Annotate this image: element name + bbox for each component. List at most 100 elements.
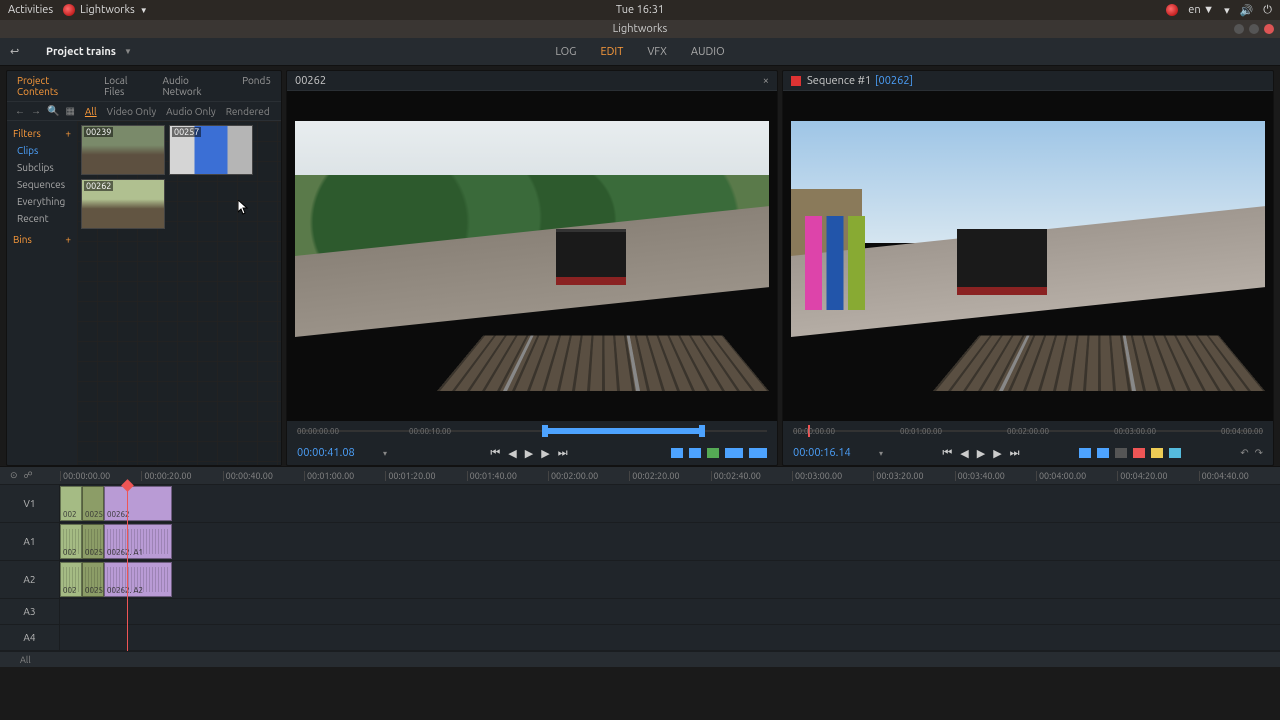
delete-button[interactable] — [1133, 448, 1145, 458]
tab-local-files[interactable]: Local Files — [104, 75, 148, 97]
link-icon[interactable]: ☍ — [24, 470, 33, 481]
volume-icon[interactable]: 🔊 — [1240, 4, 1254, 17]
filters-add-icon[interactable]: + — [65, 125, 71, 142]
nav-back-icon[interactable]: ← — [15, 105, 25, 117]
power-icon[interactable]: ⏻ — [1263, 4, 1272, 17]
track-label[interactable]: A4 — [0, 625, 60, 650]
app-indicator[interactable]: Lightworks ▼ — [63, 4, 148, 16]
goto-start-button[interactable]: ⏮ — [490, 447, 500, 460]
clip-thumb-label: 00262 — [84, 181, 113, 191]
ruler-mark: 00:01:00.00 — [304, 471, 385, 481]
step-fwd-button[interactable]: ▶ — [541, 447, 549, 460]
timeline-clip[interactable]: 00262 — [104, 486, 172, 521]
close-icon[interactable]: × — [763, 75, 769, 87]
record-viewport[interactable] — [783, 91, 1273, 421]
source-scrub-bar[interactable]: 00:00:00.00 00:00:10.00 — [287, 421, 777, 441]
mode-audio[interactable]: AUDIO — [691, 46, 725, 58]
track-a4: A4 — [0, 625, 1280, 651]
undo-button[interactable]: ↶ — [1240, 447, 1248, 459]
play-button[interactable]: ▶ — [525, 447, 533, 460]
search-icon[interactable]: 🔍 — [47, 105, 59, 117]
step-back-button[interactable]: ◀ — [508, 447, 516, 460]
sidebar-item-everything[interactable]: Everything — [13, 193, 71, 210]
replace-button[interactable] — [1151, 448, 1163, 458]
activities-button[interactable]: Activities — [8, 4, 53, 16]
play-button[interactable]: ▶ — [977, 447, 985, 460]
tab-project-contents[interactable]: Project Contents — [17, 75, 90, 97]
playhead[interactable] — [127, 485, 128, 651]
project-menu-caret[interactable]: ▼ — [124, 47, 132, 56]
maximize-button[interactable] — [1249, 24, 1259, 34]
mic-button[interactable] — [1169, 448, 1181, 458]
mark-out-button[interactable] — [689, 448, 701, 458]
mark-in-button[interactable] — [671, 448, 683, 458]
lightworks-app-icon — [63, 4, 75, 16]
timeline-clip[interactable]: 002 — [60, 562, 82, 597]
bins-add-icon[interactable]: + — [65, 231, 71, 248]
timeline-clip[interactable]: 0025 — [82, 562, 104, 597]
tab-audio-network[interactable]: Audio Network — [163, 75, 229, 97]
filter-audio-only[interactable]: Audio Only — [166, 106, 216, 117]
sidebar-item-recent[interactable]: Recent — [13, 210, 71, 227]
timeline-clip[interactable]: 00262. A2 — [104, 562, 172, 597]
clip-thumb[interactable]: 00262 — [81, 179, 165, 229]
all-tracks-label[interactable]: All — [20, 655, 31, 665]
timeline-clip[interactable]: 002 — [60, 486, 82, 521]
tc-menu-caret[interactable]: ▾ — [383, 449, 387, 458]
source-transport: 00:00:41.08 ▾ ⏮ ◀ ▶ ▶ ⏭ — [287, 441, 777, 465]
track-label[interactable]: A1 — [0, 523, 60, 560]
step-back-button[interactable]: ◀ — [960, 447, 968, 460]
timeline-clip[interactable]: 0025 — [82, 486, 104, 521]
goto-end-button[interactable]: ⏭ — [1010, 447, 1020, 460]
filter-rendered[interactable]: Rendered — [226, 106, 270, 117]
sidebar-item-clips[interactable]: Clips — [13, 142, 71, 159]
minimize-button[interactable] — [1234, 24, 1244, 34]
track-label[interactable]: V1 — [0, 485, 60, 522]
tile-view-icon[interactable]: ▦ — [65, 105, 74, 117]
timeline-body[interactable]: V1 002 0025 00262 A1 002 0025 00262. A1 … — [0, 485, 1280, 651]
timeline-clip[interactable]: 002 — [60, 524, 82, 559]
mark-in-button[interactable] — [1079, 448, 1091, 458]
timeline-ruler[interactable]: 00:00:00.00 00:00:20.00 00:00:40.00 00:0… — [60, 471, 1280, 481]
back-icon[interactable]: ↩ — [10, 45, 28, 58]
record-scrub-bar[interactable]: 00:00:00.00 00:01:00.00 00:02:00.00 00:0… — [783, 421, 1273, 441]
goto-end-button[interactable]: ⏭ — [558, 447, 568, 460]
snap-icon[interactable]: ⊙ — [10, 470, 18, 481]
mode-vfx[interactable]: VFX — [647, 46, 667, 58]
network-icon[interactable]: ▾ — [1224, 4, 1230, 17]
scrub-tc: 00:03:00.00 — [1114, 427, 1221, 436]
tab-pond5[interactable]: Pond5 — [242, 75, 271, 97]
clear-marks-button[interactable] — [707, 448, 719, 458]
scrub-tc: 00:04:00.00 — [1221, 427, 1263, 436]
track-label[interactable]: A2 — [0, 561, 60, 598]
os-top-bar: Activities Lightworks ▼ Tue 16:31 en ▼ ▾… — [0, 0, 1280, 20]
nav-fwd-icon[interactable]: → — [31, 105, 41, 117]
sidebar-item-subclips[interactable]: Subclips — [13, 159, 71, 176]
timeline-clip[interactable]: 0025 — [82, 524, 104, 559]
goto-start-button[interactable]: ⏮ — [942, 447, 952, 460]
close-window-button[interactable] — [1264, 24, 1274, 34]
filter-all[interactable]: All — [85, 106, 97, 117]
window-title: Lightworks — [613, 23, 668, 35]
redo-button[interactable]: ↷ — [1255, 447, 1263, 459]
clock[interactable]: Tue 16:31 — [616, 4, 664, 16]
tc-menu-caret[interactable]: ▾ — [879, 449, 883, 458]
language-indicator[interactable]: en ▼ — [1188, 4, 1214, 16]
timeline-ruler-row: ⊙ ☍ 00:00:00.00 00:00:20.00 00:00:40.00 … — [0, 467, 1280, 485]
source-viewport[interactable] — [287, 91, 777, 421]
overwrite-button[interactable] — [749, 448, 767, 458]
project-name[interactable]: Project trains — [46, 46, 116, 58]
insert-button[interactable] — [725, 448, 743, 458]
remove-button[interactable] — [1115, 448, 1127, 458]
step-fwd-button[interactable]: ▶ — [993, 447, 1001, 460]
clip-thumb[interactable]: 00257 — [169, 125, 253, 175]
track-label[interactable]: A3 — [0, 599, 60, 624]
mode-log[interactable]: LOG — [555, 46, 576, 58]
clip-thumb[interactable]: 00239 — [81, 125, 165, 175]
mark-out-button[interactable] — [1097, 448, 1109, 458]
sidebar-item-sequences[interactable]: Sequences — [13, 176, 71, 193]
timeline-clip[interactable]: 00262. A1 — [104, 524, 172, 559]
mode-edit[interactable]: EDIT — [600, 46, 623, 58]
filter-video-only[interactable]: Video Only — [107, 106, 157, 117]
record-indicator-icon[interactable] — [1166, 4, 1178, 16]
